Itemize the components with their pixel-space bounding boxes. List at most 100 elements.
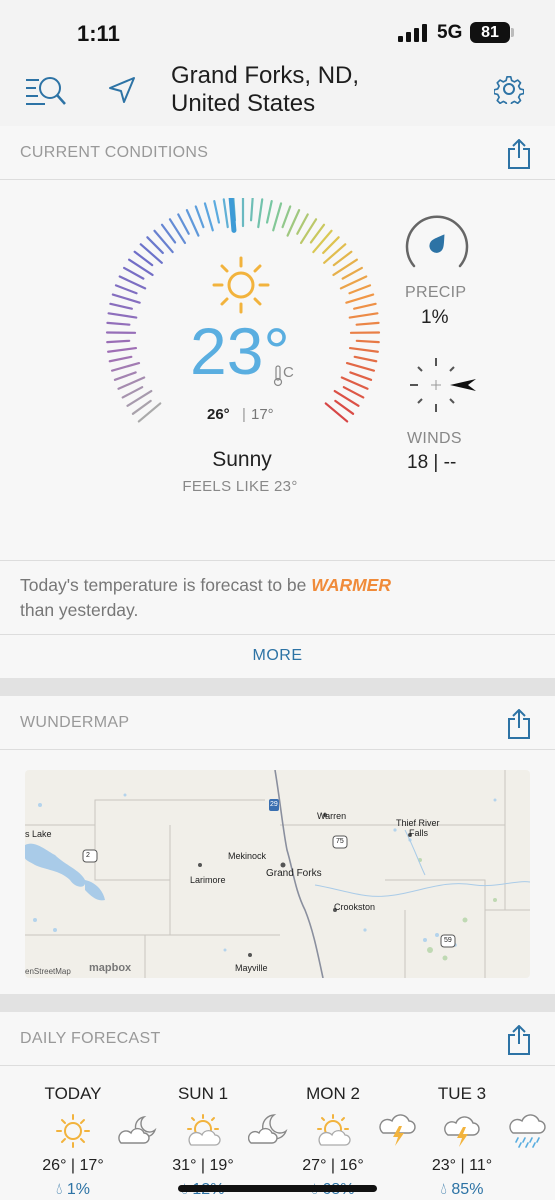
current-conditions-body: 23° C 26° | 17° Sunny FEELS LIKE 23° PRE… <box>0 180 555 560</box>
section-divider <box>0 994 555 1012</box>
dial-tick <box>341 266 363 280</box>
forecast-precip-today: 💧︎ 1% <box>23 1181 123 1199</box>
map-label-lake: s Lake <box>25 829 52 839</box>
network-type: 5G <box>437 22 463 43</box>
home-indicator[interactable] <box>178 1185 377 1192</box>
map-label-crookston: Crookston <box>334 902 376 912</box>
dial-tick <box>348 312 379 319</box>
forecast-temps-sun: 31° | 19° <box>172 1157 234 1174</box>
forecast-temps-mon: 27° | 16° <box>302 1157 364 1174</box>
temperature-summary: Today's temperature is forecast to be WA… <box>0 560 555 634</box>
raindrop-icon: 💧︎ <box>440 1181 447 1198</box>
sun-cloud-icon <box>317 1114 351 1146</box>
wind-compass-icon <box>410 358 476 412</box>
route-shield-2: 2 <box>86 852 90 859</box>
map-label-larimore: Larimore <box>190 875 226 885</box>
summary-prefix: Today's temperature is forecast to be <box>20 575 312 595</box>
location-line1: Grand Forks, ND, <box>171 62 360 89</box>
dial-tick <box>110 361 141 372</box>
share-icon[interactable] <box>507 709 531 739</box>
sun-icon <box>56 1114 90 1148</box>
dial-tick <box>222 198 229 229</box>
status-time: 1:11 <box>77 21 120 46</box>
dial-tick <box>265 199 273 224</box>
dial-tick <box>281 205 292 229</box>
condition-text: Sunny <box>212 448 272 471</box>
dial-tick <box>107 346 138 353</box>
dial-tick <box>272 202 283 232</box>
dial-tick <box>213 199 221 224</box>
more-button[interactable]: MORE <box>0 634 555 678</box>
high-temp: 26° <box>207 406 230 423</box>
current-conditions-header: CURRENT CONDITIONS <box>0 126 555 180</box>
dial-tick <box>160 223 177 244</box>
dial-tick <box>345 361 376 372</box>
dial-tick <box>113 371 137 381</box>
dial-tick <box>257 198 264 229</box>
dial-tick <box>353 302 377 310</box>
dial-tick <box>348 346 379 353</box>
dial-tick <box>108 355 133 363</box>
signal-icon <box>398 24 427 42</box>
dial-tick <box>322 236 340 255</box>
forecast-day-tue[interactable]: TUE 3 <box>417 1084 507 1104</box>
precip-gauge-icon <box>405 215 469 268</box>
dial-tick <box>203 202 214 232</box>
daily-forecast-title: DAILY FORECAST <box>20 1030 161 1047</box>
dial-tick <box>194 205 205 229</box>
forecast-day-today[interactable]: TODAY <box>28 1084 118 1104</box>
dial-tick <box>249 198 254 222</box>
current-conditions-card: CURRENT CONDITIONS 23° C 26° | 17° Sunny… <box>0 126 555 678</box>
dial-tick <box>109 302 133 310</box>
dial-tick <box>133 250 154 267</box>
dial-tick <box>146 236 164 255</box>
map-attribution[interactable]: enStreetMap <box>25 967 71 976</box>
battery-icon: 81 <box>470 22 510 43</box>
sun-icon <box>212 256 270 314</box>
status-bar: 1:11 5G 81 <box>0 0 555 62</box>
dial-tick <box>355 321 380 326</box>
daily-forecast-header: DAILY FORECAST <box>0 1012 555 1066</box>
location-line2: United States <box>171 90 316 117</box>
location-arrow-icon[interactable] <box>108 76 136 104</box>
wundermap-map[interactable]: 29 2 75 59 Warren Thief River Falls s La… <box>25 770 530 978</box>
dial-tick <box>332 250 353 267</box>
rain-icon <box>509 1114 546 1148</box>
forecast-precip-value: 85% <box>451 1181 484 1198</box>
dial-tick <box>345 293 375 304</box>
forecast-day-mon[interactable]: MON 2 <box>288 1084 378 1104</box>
dial-tick <box>353 355 378 363</box>
high-low-separator: | <box>242 406 246 423</box>
dial-tick <box>355 339 380 344</box>
low-temp: 17° <box>251 406 274 423</box>
thermometer-icon <box>273 365 283 387</box>
location-title[interactable]: Grand Forks, ND, United States <box>171 62 359 118</box>
share-icon[interactable] <box>507 1025 531 1055</box>
dial-tick <box>334 399 355 415</box>
map-label-mayville: Mayville <box>235 963 268 973</box>
map-label-falls: Falls <box>409 828 429 838</box>
route-shield-75: 75 <box>336 838 344 845</box>
moon-cloud-icon <box>248 1114 288 1144</box>
winds-value: 18 | -- <box>407 452 457 473</box>
map-label-warren: Warren <box>317 811 347 821</box>
map-label-grand-forks: Grand Forks <box>266 868 322 879</box>
dial-tick <box>123 266 145 280</box>
dial-tick <box>121 386 144 399</box>
dial-tick <box>309 223 326 244</box>
mapbox-logo[interactable]: mapbox <box>89 962 131 974</box>
forecast-day-sun[interactable]: SUN 1 <box>158 1084 248 1104</box>
dial-tick <box>114 284 138 295</box>
settings-gear-icon[interactable] <box>494 74 524 104</box>
dial-tick <box>348 284 372 295</box>
summary-suffix: than yesterday. <box>20 600 139 620</box>
dial-tick <box>106 339 131 344</box>
winds-label: WINDS <box>407 430 462 447</box>
wundermap-header: WUNDERMAP <box>0 696 555 750</box>
share-icon[interactable] <box>507 139 531 169</box>
map-label-mekinock: Mekinock <box>228 851 267 861</box>
dial-tick <box>342 386 365 399</box>
map-label-thief-river: Thief River <box>396 818 440 828</box>
dial-tick <box>296 213 309 235</box>
search-locations-icon[interactable] <box>25 74 67 106</box>
